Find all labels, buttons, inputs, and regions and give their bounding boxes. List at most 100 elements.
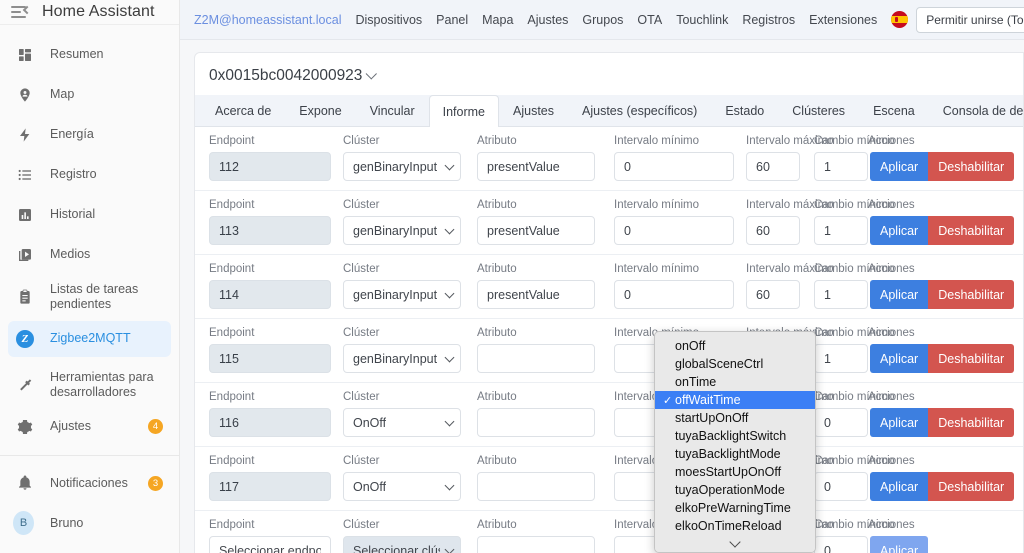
navbar-brand[interactable]: Z2M@homeassistant.local [194, 13, 341, 27]
sidebar-item-user-profile[interactable]: B Bruno [8, 505, 171, 541]
attribute-input[interactable]: presentValue [477, 152, 595, 181]
attribute-input[interactable] [477, 472, 595, 501]
nav-link-registros[interactable]: Registros [742, 13, 795, 27]
nav-link-mapa[interactable]: Mapa [482, 13, 513, 27]
column-header-min-change: Cambio mínimo [814, 455, 895, 467]
disable-button[interactable]: Deshabilitar [928, 408, 1015, 437]
permit-join-select[interactable]: Permitir unirse (Todos) ▾ [916, 6, 1024, 33]
min-change-input[interactable]: 1 [814, 344, 868, 373]
sidebar-item-listas-tareas[interactable]: Listas de tareas pendientes [8, 277, 171, 317]
dropdown-item[interactable]: ✓ offWaitTime [655, 391, 815, 409]
sidebar-item-historial[interactable]: Historial [8, 197, 171, 233]
nav-link-grupos[interactable]: Grupos [582, 13, 623, 27]
sidebar-item-map[interactable]: Map [8, 77, 171, 113]
column-header-actions: Acciones [868, 135, 915, 147]
max-interval-input[interactable]: 60 [746, 280, 800, 309]
apply-button[interactable]: Aplicar [870, 536, 929, 553]
endpoint-input[interactable]: 114 [209, 280, 331, 309]
dropdown-item[interactable]: tuyaBacklightMode [655, 445, 815, 463]
dropdown-item[interactable]: onTime [655, 373, 815, 391]
table-row-inner: Endpoint 113 Clúster genBinaryInput Atributo… [195, 199, 1023, 245]
nav-link-ajustes[interactable]: Ajustes [527, 13, 568, 27]
chevron-down-icon[interactable] [366, 68, 378, 80]
cluster-select[interactable]: genBinaryInput [343, 280, 461, 309]
min-change-input[interactable]: 0 [814, 408, 868, 437]
endpoint-input[interactable]: 113 [209, 216, 331, 245]
endpoint-input[interactable]: 112 [209, 152, 331, 181]
tab-ajustes[interactable]: Ajustes [499, 95, 568, 126]
min-interval-input[interactable]: 0 [614, 280, 734, 309]
sidebar-item-zigbee2mqtt[interactable]: Z Zigbee2MQTT [8, 320, 171, 357]
sidebar-item-registro[interactable]: Registro [8, 157, 171, 193]
dropdown-item[interactable]: tuyaBacklightSwitch [655, 427, 815, 445]
dropdown-item[interactable]: globalSceneCtrl [655, 355, 815, 373]
max-interval-input[interactable]: 60 [746, 216, 800, 245]
sidebar-item-energia[interactable]: Energía [8, 117, 171, 153]
cluster-select[interactable]: genBinaryInput [343, 216, 461, 245]
min-interval-input[interactable]: 0 [614, 152, 734, 181]
dropdown-item[interactable]: tuyaOperationMode [655, 481, 815, 499]
endpoint-input[interactable]: 115 [209, 344, 331, 373]
attribute-input[interactable]: presentValue [477, 216, 595, 245]
apply-button[interactable]: Aplicar [870, 408, 929, 437]
dropdown-item[interactable]: elkoPreWarningTime [655, 499, 815, 517]
cluster-select[interactable]: OnOff [343, 408, 461, 437]
endpoint-input[interactable]: 117 [209, 472, 331, 501]
tab-estado[interactable]: Estado [711, 95, 778, 126]
attribute-dropdown-menu[interactable]: onOff globalSceneCtrl onTime ✓ offWaitTime st… [654, 331, 816, 553]
disable-button[interactable]: Deshabilitar [928, 216, 1015, 245]
attribute-input[interactable] [477, 408, 595, 437]
disable-button[interactable]: Deshabilitar [928, 472, 1015, 501]
tab-vincular[interactable]: Vincular [356, 95, 429, 126]
cluster-select[interactable]: OnOff [343, 472, 461, 501]
chevron-down-icon [729, 536, 741, 548]
min-change-input[interactable]: 1 [814, 152, 868, 181]
sidebar-item-herramientas-desarrolladores[interactable]: Herramientas para desarrolladores [8, 365, 171, 405]
disable-button[interactable]: Deshabilitar [928, 280, 1015, 309]
cluster-select[interactable]: genBinaryInput [343, 152, 461, 181]
dropdown-item[interactable]: elkoOnTimeReload [655, 517, 815, 535]
dropdown-item[interactable]: startUpOnOff [655, 409, 815, 427]
dropdown-item[interactable]: moesStartUpOnOff [655, 463, 815, 481]
min-change-input[interactable]: 0 [814, 536, 868, 553]
tab-ajustes-especificos[interactable]: Ajustes (específicos) [568, 95, 711, 126]
apply-button[interactable]: Aplicar [870, 216, 929, 245]
min-change-input[interactable]: 1 [814, 280, 868, 309]
min-change-input[interactable]: 0 [814, 472, 868, 501]
nav-link-extensiones[interactable]: Extensiones [809, 13, 877, 27]
spain-flag-icon[interactable] [891, 11, 909, 28]
apply-button[interactable]: Aplicar [870, 280, 929, 309]
nav-link-ota[interactable]: OTA [637, 13, 662, 27]
nav-link-dispositivos[interactable]: Dispositivos [355, 13, 422, 27]
menu-open-icon[interactable] [10, 1, 32, 23]
tab-clusteres[interactable]: Clústeres [778, 95, 859, 126]
sidebar-item-medios[interactable]: Medios [8, 237, 171, 273]
attribute-input[interactable] [477, 536, 595, 553]
sidebar-item-resumen[interactable]: Resumen [8, 37, 171, 73]
sidebar-item-ajustes[interactable]: Ajustes 4 [8, 409, 171, 445]
max-interval-input[interactable]: 60 [746, 152, 800, 181]
disable-button[interactable]: Deshabilitar [928, 344, 1015, 373]
min-interval-input[interactable]: 0 [614, 216, 734, 245]
cluster-select[interactable]: genBinaryInput [343, 344, 461, 373]
nav-link-panel[interactable]: Panel [436, 13, 468, 27]
tab-expone[interactable]: Expone [285, 95, 355, 126]
endpoint-input[interactable]: Seleccionar endpoin [209, 536, 331, 553]
attribute-input[interactable] [477, 344, 595, 373]
tab-consola-desarrollo[interactable]: Consola de desarrollo [929, 95, 1023, 126]
attribute-input[interactable]: presentValue [477, 280, 595, 309]
apply-button[interactable]: Aplicar [870, 152, 929, 181]
endpoint-input[interactable]: 116 [209, 408, 331, 437]
nav-link-touchlink[interactable]: Touchlink [676, 13, 728, 27]
tab-escena[interactable]: Escena [859, 95, 929, 126]
tab-informe[interactable]: Informe [428, 95, 500, 127]
min-change-input[interactable]: 1 [814, 216, 868, 245]
dropdown-item[interactable]: onOff [655, 337, 815, 355]
disable-button[interactable]: Deshabilitar [928, 152, 1015, 181]
apply-button[interactable]: Aplicar [870, 472, 929, 501]
tab-acerca-de[interactable]: Acerca de [201, 95, 285, 126]
sidebar-item-notificaciones[interactable]: Notificaciones 3 [8, 465, 171, 501]
apply-button[interactable]: Aplicar [870, 344, 929, 373]
dropdown-scroll-down[interactable] [655, 536, 815, 552]
cluster-select[interactable]: Seleccionar clúst [343, 536, 461, 553]
